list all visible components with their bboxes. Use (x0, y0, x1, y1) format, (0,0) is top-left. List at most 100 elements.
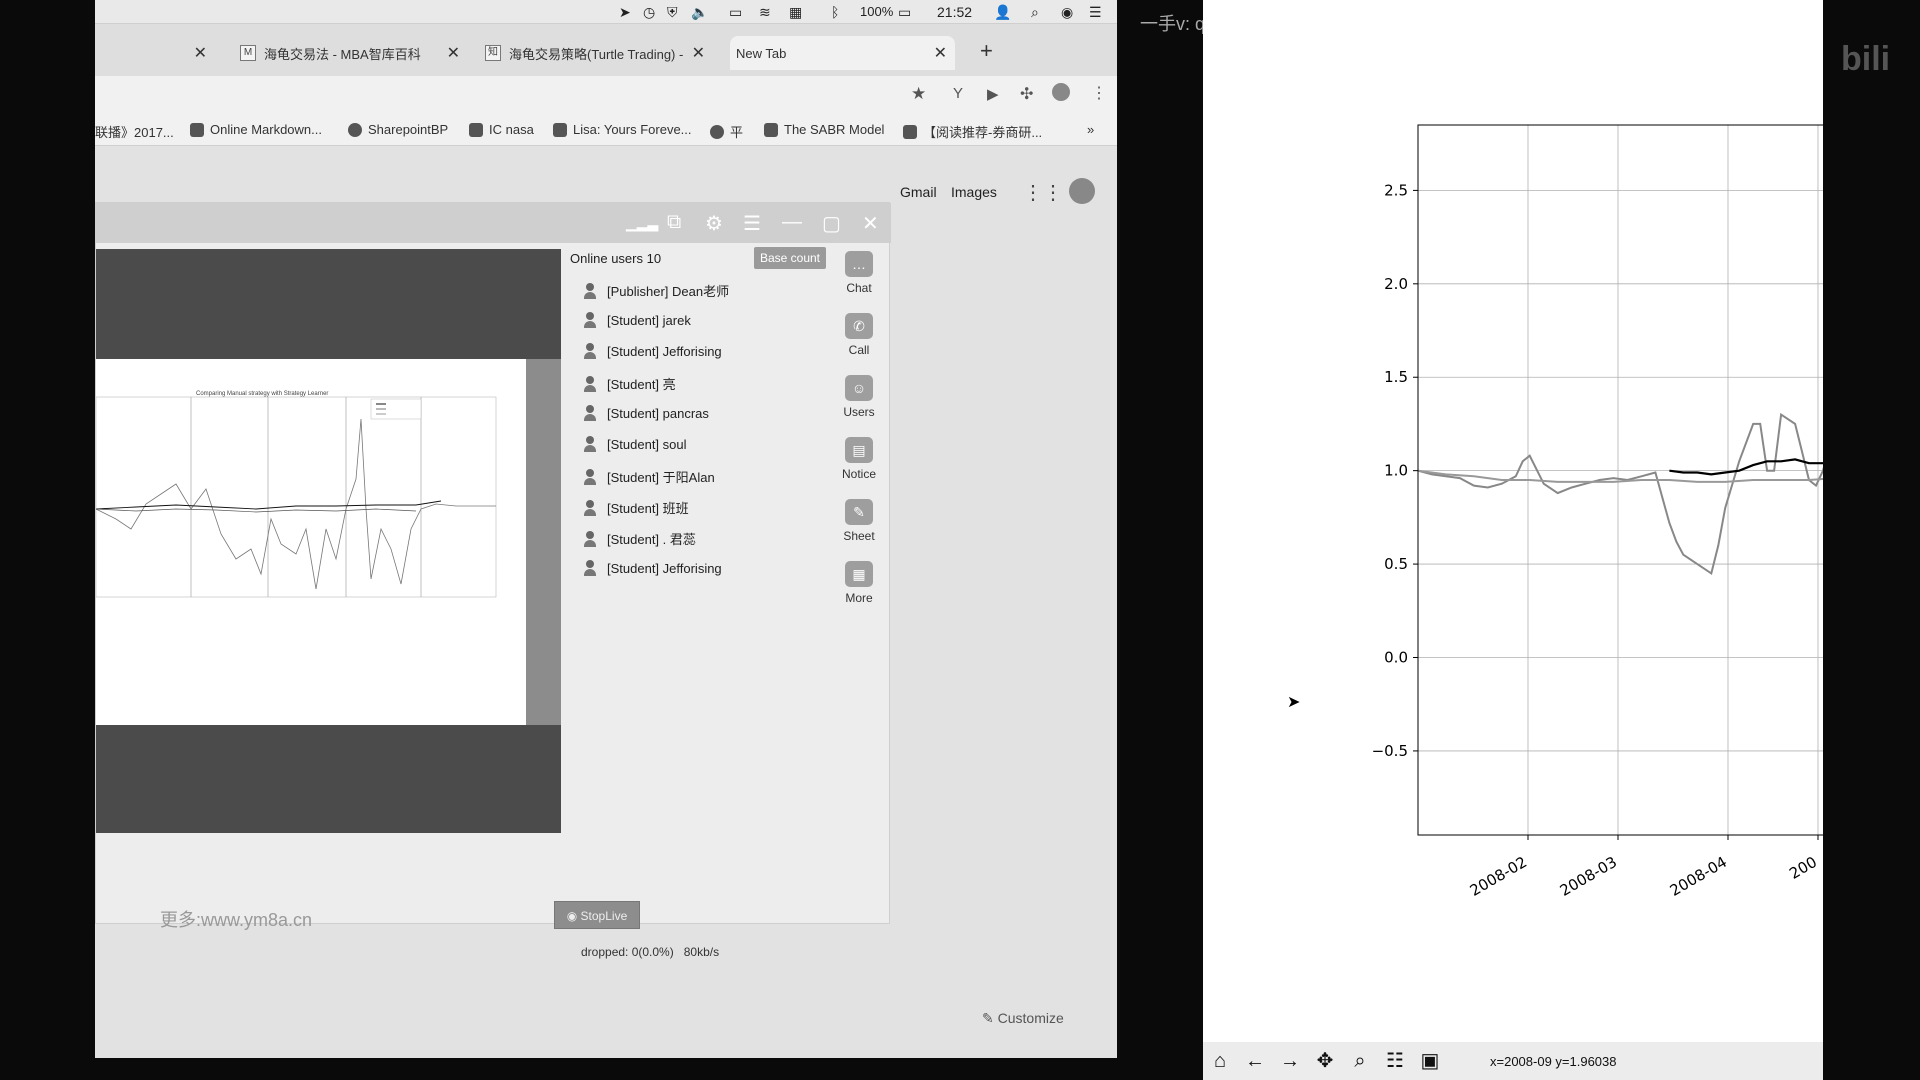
profile-avatar[interactable] (1052, 83, 1070, 101)
plot-canvas: 2.52.01.51.00.50.0−0.5 2008-02 2008-03 200… (1372, 124, 1866, 900)
bookmark-icon (553, 122, 567, 137)
bookmark-item[interactable]: Lisa: Yours Foreve... (553, 122, 692, 137)
sheet-button[interactable]: ✎ Sheet (834, 499, 884, 543)
bookmark-item[interactable]: IC nasa (469, 122, 534, 137)
y-tick-label: −0.5 (1372, 742, 1408, 760)
extension-y-icon[interactable]: Y (953, 85, 963, 102)
desktop-background (1117, 0, 1203, 1080)
close-icon[interactable]: ✕ (692, 43, 705, 63)
bookmark-icon (764, 122, 778, 137)
puzzle-icon[interactable]: ✣ (1020, 84, 1033, 104)
tab-zhihu[interactable]: 知 海龟交易策略(Turtle Trading) - ✕ (485, 36, 705, 70)
back-arrow-icon[interactable]: ← (1242, 1048, 1268, 1074)
close-icon[interactable]: ✕ (934, 43, 947, 63)
user-item[interactable]: [Student] Jefforising (583, 560, 722, 576)
cursor-coordinates: x=2008-09 y=1.96038 (1490, 1054, 1617, 1069)
more-button[interactable]: ▦ More (834, 561, 884, 605)
pan-icon[interactable]: ✥ (1312, 1048, 1338, 1074)
stop-live-button[interactable]: ◉ StopLive (554, 901, 640, 929)
users-button[interactable]: ☺ Users (834, 375, 884, 419)
user-item[interactable]: [Student] 于阳Alan (583, 467, 715, 486)
new-tab-icon[interactable]: + (980, 38, 993, 64)
bookmark-item[interactable]: The SABR Model (764, 122, 884, 137)
save-icon[interactable]: ▣ (1417, 1048, 1443, 1074)
tab-mba[interactable]: M 海龟交易法 - MBA智库百科 ✕ (240, 36, 460, 70)
user-avatar-icon (583, 530, 597, 547)
browser-window: ✕ M 海龟交易法 - MBA智库百科 ✕ 知 海龟交易策略(Turtle Tr… (95, 24, 1117, 1058)
airplay-icon[interactable]: ▭ (729, 4, 742, 21)
images-link[interactable]: Images (951, 184, 997, 200)
wifi-icon[interactable]: ≋ (759, 4, 771, 21)
bookmark-item[interactable]: 【阅读推荐-券商研... (903, 122, 1042, 141)
y-tick-label: 1.5 (1384, 368, 1408, 386)
forward-arrow-icon[interactable]: → (1277, 1048, 1303, 1074)
bookmark-item[interactable]: 联播》2017... (95, 122, 174, 141)
gear-icon[interactable]: ⚙ (705, 211, 723, 236)
bookmark-item[interactable]: 平 (710, 122, 743, 141)
phone-icon: ✆ (845, 313, 873, 339)
shared-slide: Comparing Manual strategy with Strategy … (96, 359, 526, 725)
user-avatar-icon (583, 375, 597, 392)
desktop-background (0, 0, 95, 1080)
series-line-0 (1417, 403, 1866, 576)
mba-favicon-icon: M (240, 45, 256, 61)
close-icon[interactable]: ✕ (447, 43, 460, 63)
star-icon[interactable]: ★ (911, 84, 926, 104)
menu-kebab-icon[interactable]: ⋮ (1091, 83, 1107, 103)
volume-icon[interactable]: 🔈 (691, 4, 708, 21)
siri-icon[interactable]: ◉ (1061, 4, 1073, 21)
notice-button[interactable]: ▤ Notice (834, 437, 884, 481)
apps-grid-icon[interactable]: ⋮⋮ (1023, 180, 1063, 205)
clock-time[interactable]: 21:52 (937, 4, 972, 20)
y-tick-label: 1.0 (1384, 462, 1408, 480)
user-avatar-icon (583, 560, 597, 576)
location-icon[interactable]: ➤ (619, 4, 631, 21)
user-avatar-icon (583, 405, 597, 421)
browser-toolbar: ★ Y ▶ ✣ ⋮ (95, 76, 1117, 114)
input-method-icon[interactable]: ▦ (789, 4, 802, 21)
battery-icon[interactable]: ▭ (898, 4, 911, 21)
spotlight-icon[interactable]: ⌕ (1031, 4, 1039, 21)
call-button[interactable]: ✆ Call (834, 313, 884, 357)
user-item[interactable]: [Student] 班班 (583, 498, 689, 517)
base-count-button[interactable]: Base count (754, 247, 826, 269)
bookmark-item[interactable]: Online Markdown... (190, 122, 322, 137)
online-users-header: Online users 10 (570, 251, 662, 266)
bluetooth-icon[interactable]: ᛒ (831, 4, 839, 20)
user-item[interactable]: [Student] pancras (583, 405, 709, 421)
chat-bubble-icon: … (845, 251, 873, 277)
tab-partial[interactable]: ✕ (95, 36, 215, 70)
user-item[interactable]: [Student] Jefforising (583, 343, 722, 359)
shield-icon[interactable]: ⛨ (667, 4, 678, 21)
user-icon[interactable]: 👤 (994, 4, 1011, 21)
user-item[interactable]: [Student] soul (583, 436, 687, 452)
configure-icon[interactable]: ☷ (1382, 1048, 1408, 1074)
user-item[interactable]: [Student] . 君蕊 (583, 529, 696, 548)
tab-new[interactable]: New Tab ✕ (730, 36, 955, 70)
close-icon[interactable]: ✕ (194, 43, 207, 63)
zoom-icon[interactable]: ⌕ (1347, 1048, 1373, 1074)
user-item[interactable]: [Publisher] Dean老师 (583, 281, 729, 300)
chat-button[interactable]: … Chat (834, 251, 884, 295)
control-center-icon[interactable]: ☰ (1089, 4, 1102, 21)
customize-button[interactable]: ✎ Customize (982, 1010, 1064, 1027)
home-icon[interactable]: ⌂ (1207, 1048, 1233, 1074)
close-icon[interactable]: ✕ (862, 211, 879, 236)
minimize-icon[interactable]: — (782, 211, 802, 234)
user-item[interactable]: [Student] jarek (583, 312, 691, 328)
user-avatar-icon (583, 499, 597, 516)
maximize-icon[interactable]: ▢ (822, 211, 841, 236)
chevron-right-icon[interactable]: » (1087, 122, 1094, 137)
bookmark-item[interactable]: SharepointBP (348, 122, 448, 137)
hamburger-menu-icon[interactable]: ☰ (743, 211, 761, 236)
tab-label: 海龟交易法 - MBA智库百科 (264, 46, 421, 62)
user-item[interactable]: [Student] 亮 (583, 374, 676, 393)
bilibili-logo: bili (1841, 40, 1891, 78)
popout-icon[interactable]: ⧉ (667, 211, 681, 234)
video-icon[interactable]: ▶ (987, 85, 999, 103)
battery-percent: 100% (860, 4, 894, 19)
more-grid-icon: ▦ (845, 561, 873, 587)
gmail-link[interactable]: Gmail (900, 184, 937, 200)
clock-icon[interactable]: ◷ (643, 4, 655, 21)
account-avatar[interactable] (1069, 178, 1095, 204)
